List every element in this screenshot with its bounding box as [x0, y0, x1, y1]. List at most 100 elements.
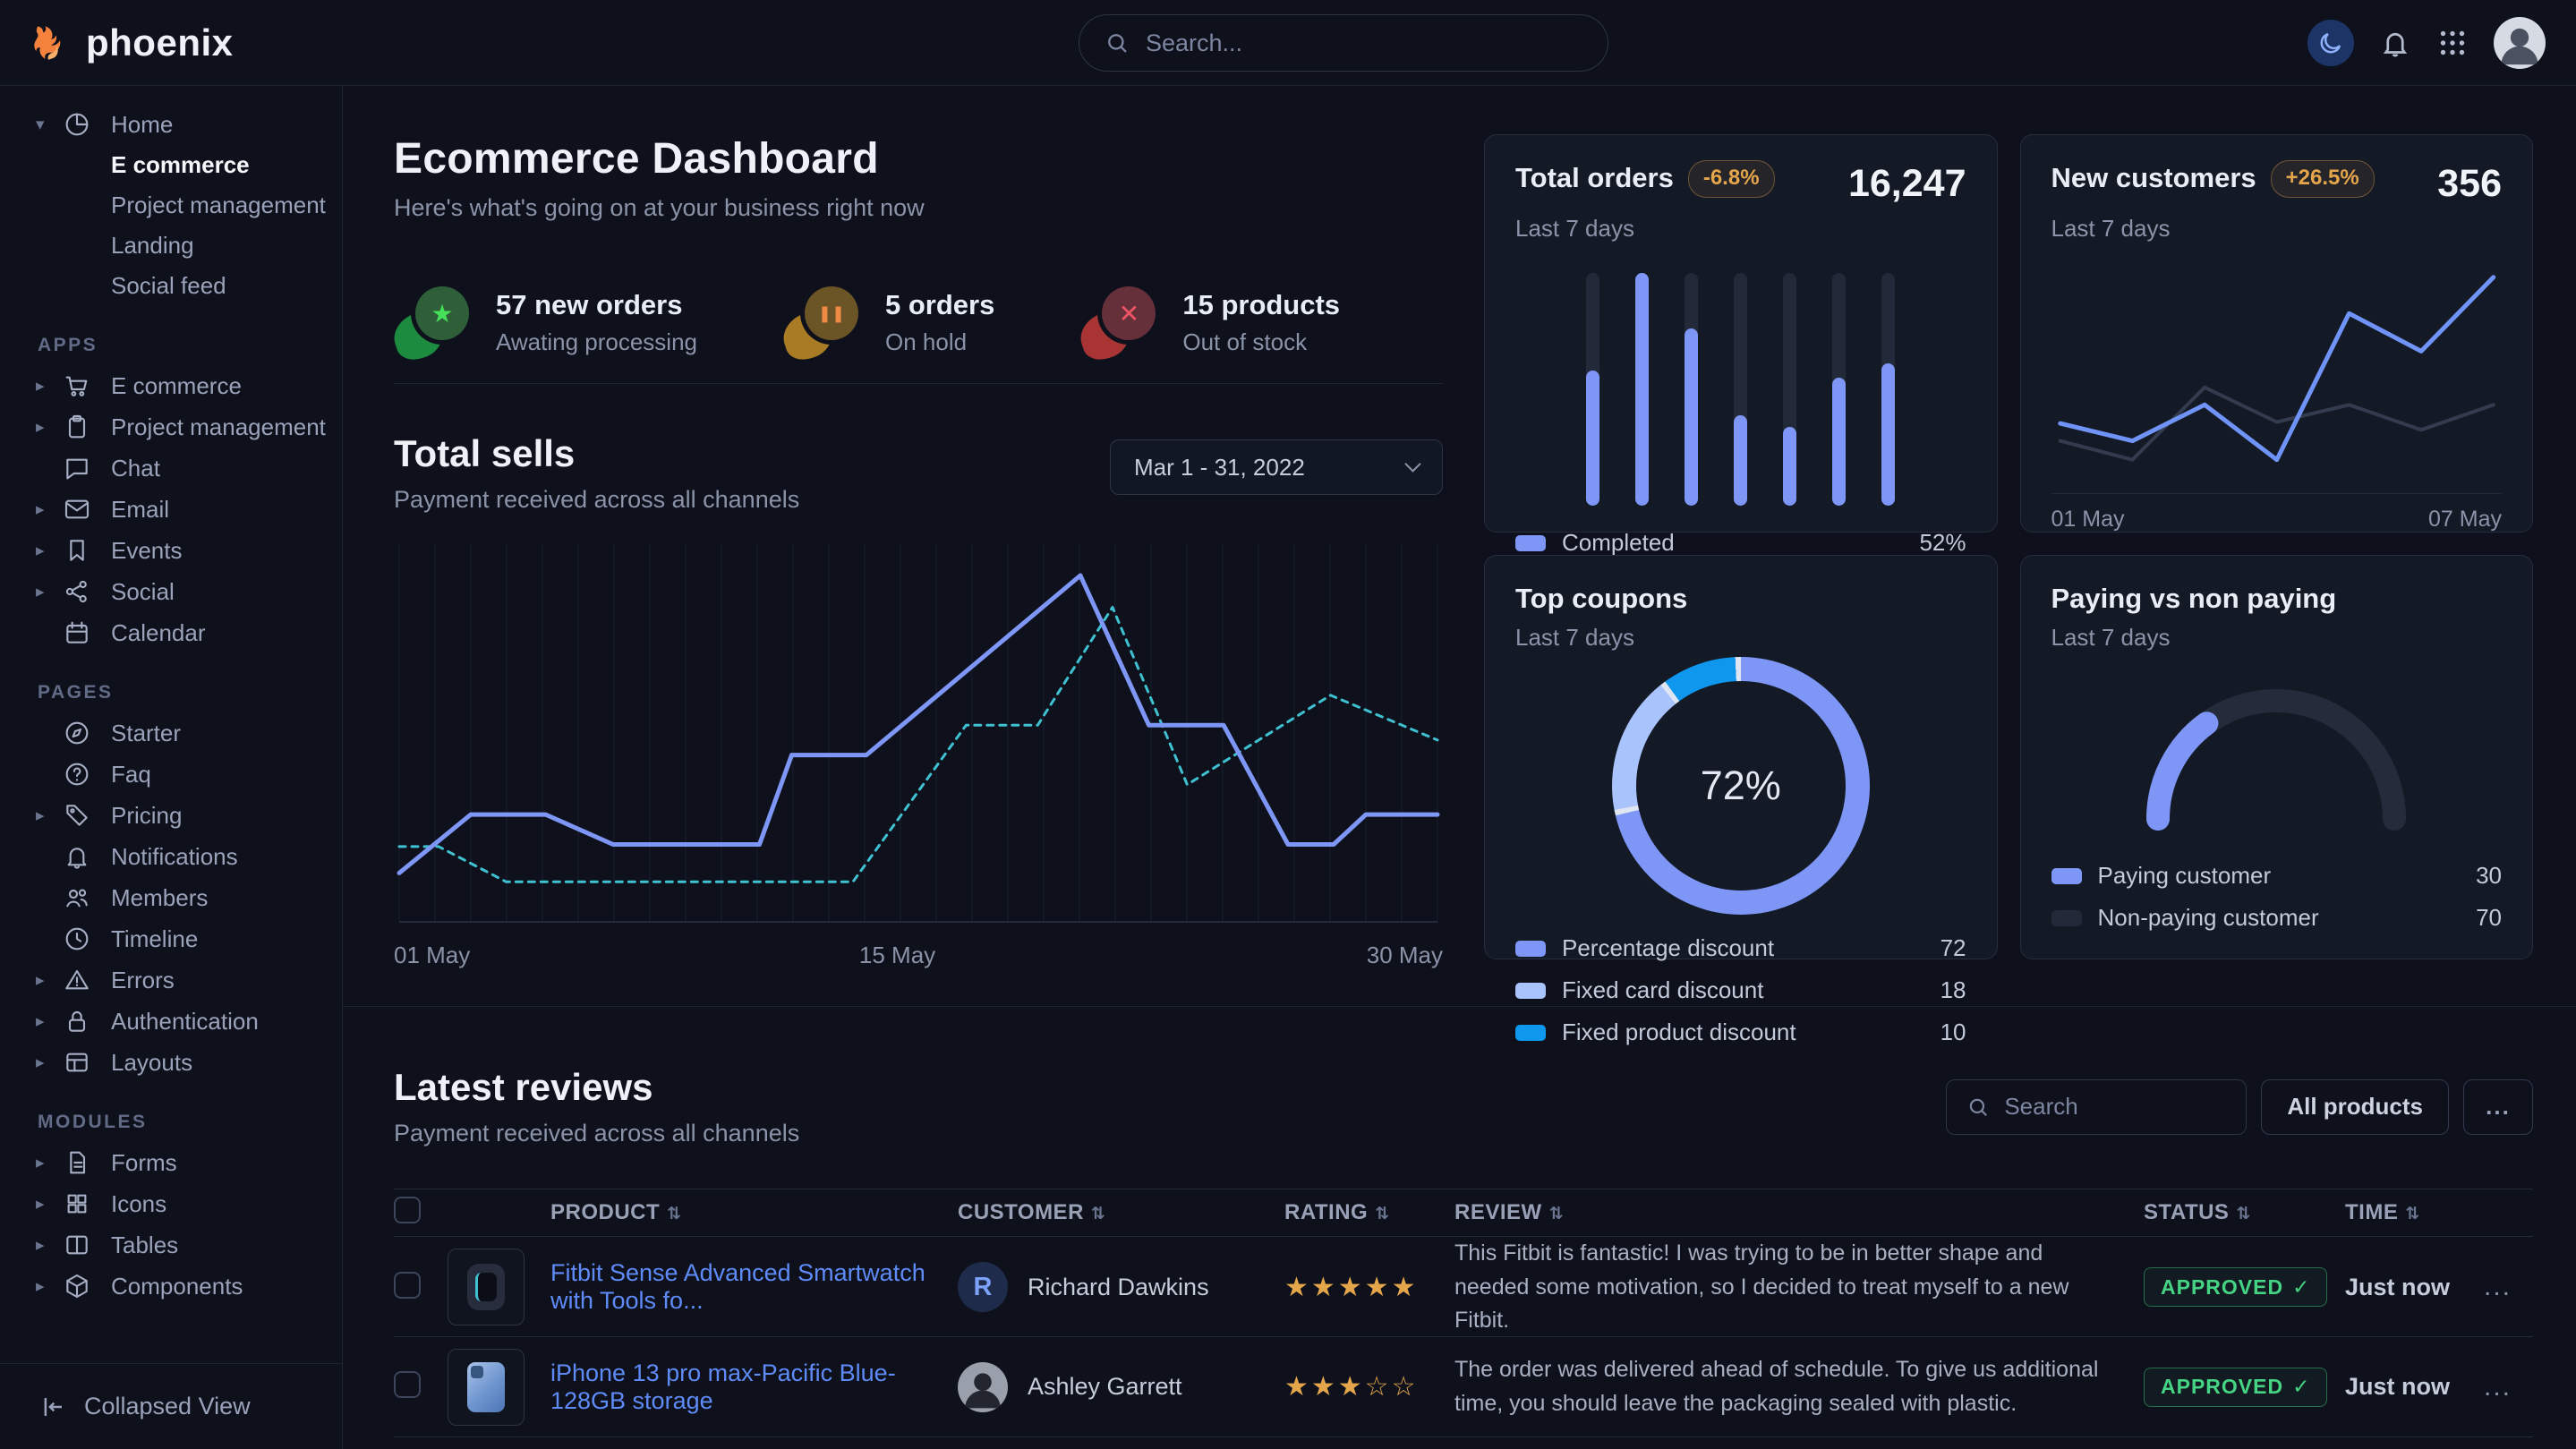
sidebar-item-members[interactable]: Members [0, 877, 342, 918]
search-input[interactable] [1146, 30, 1582, 57]
sidebar-item-errors[interactable]: ▸ Errors [0, 959, 342, 1001]
sidebar-item-events[interactable]: ▸ Events [0, 530, 342, 571]
stat-value: 15 products [1182, 289, 1340, 321]
reviews-more-button[interactable]: ... [2463, 1079, 2533, 1135]
row-actions-button[interactable]: ... [2484, 1272, 2533, 1302]
legend-label: Paying customer [2098, 862, 2272, 890]
sidebar-item-home[interactable]: ▾ Home [0, 104, 342, 145]
sidebar: ▾ Home E commerceProject managementLandi… [0, 86, 343, 1449]
caret-right-icon: ▸ [36, 1053, 63, 1073]
file-icon [63, 1148, 91, 1177]
column-header-review[interactable]: REVIEW⇅ [1454, 1200, 2144, 1225]
sidebar-item-forms[interactable]: ▸ Forms [0, 1142, 342, 1183]
card-title: Paying vs non paying [2051, 583, 2337, 615]
legend-value: 70 [2476, 904, 2502, 932]
collapse-view-button[interactable]: Collapsed View [0, 1363, 342, 1449]
x-axis-label: 30 May [1367, 942, 1443, 969]
review-time: Just now [2345, 1373, 2484, 1401]
legend-row: Fixed card discount 18 [1515, 976, 1966, 1004]
column-header-time[interactable]: TIME⇅ [2345, 1200, 2484, 1225]
total-orders-card: Total orders -6.8% 16,247 Last 7 days Co… [1484, 134, 1998, 533]
reviews-table: PRODUCT⇅CUSTOMER⇅RATING⇅REVIEW⇅STATUS⇅TI… [394, 1189, 2533, 1449]
sidebar-item-pricing[interactable]: ▸ Pricing [0, 795, 342, 836]
sidebar-subitem-e-commerce[interactable]: E commerce [0, 145, 342, 185]
box-icon [63, 1272, 91, 1300]
dark-mode-toggle[interactable] [2307, 20, 2354, 66]
table-header: PRODUCT⇅CUSTOMER⇅RATING⇅REVIEW⇅STATUS⇅TI… [394, 1189, 2533, 1237]
collapse-icon [39, 1394, 66, 1420]
reviews-search[interactable] [1946, 1079, 2247, 1135]
row-checkbox[interactable] [394, 1371, 421, 1398]
legend-value: 52% [1919, 529, 1966, 557]
pie-chart-icon [63, 110, 91, 139]
order-bar [1734, 273, 1747, 506]
legend-row: Paying customer 30 [2051, 862, 2503, 890]
navbar-actions [2307, 17, 2546, 69]
table-row [394, 1437, 2533, 1449]
sidebar-item-tables[interactable]: ▸ Tables [0, 1224, 342, 1266]
calendar-icon [63, 618, 91, 647]
date-range-select[interactable]: Mar 1 - 31, 2022 [1110, 439, 1443, 495]
sidebar-nav: ▾ Home E commerceProject managementLandi… [0, 86, 342, 1363]
sidebar-item-email[interactable]: ▸ Email [0, 489, 342, 530]
sidebar-item-timeline[interactable]: Timeline [0, 918, 342, 959]
sidebar-item-components[interactable]: ▸ Components [0, 1266, 342, 1307]
brand[interactable]: phoenix [30, 21, 234, 64]
product-link[interactable]: Fitbit Sense Advanced Smartwatch with To… [550, 1259, 958, 1315]
sidebar-item-authentication[interactable]: ▸ Authentication [0, 1001, 342, 1042]
search-icon [1105, 30, 1130, 55]
sidebar-subitem-landing[interactable]: Landing [0, 226, 342, 266]
total-sells-subtitle: Payment received across all channels [394, 486, 799, 514]
sidebar-item-icons[interactable]: ▸ Icons [0, 1183, 342, 1224]
column-header-status[interactable]: STATUS⇅ [2144, 1200, 2345, 1225]
notifications-bell-icon[interactable] [2379, 27, 2411, 59]
card-value: 16,247 [1848, 162, 1966, 206]
global-search[interactable] [1079, 14, 1608, 72]
sidebar-item-notifications[interactable]: Notifications [0, 836, 342, 877]
sidebar-item-starter[interactable]: Starter [0, 712, 342, 754]
rating-stars: ★★★★★ [1284, 1272, 1454, 1303]
clock-icon [63, 925, 91, 953]
caret-right-icon: ▸ [36, 1194, 63, 1215]
sidebar-section-modules: MODULES [0, 1112, 342, 1133]
trend-badge: -6.8% [1688, 160, 1775, 198]
sidebar-item-e-commerce[interactable]: ▸ E commerce [0, 365, 342, 406]
review-text: This Fitbit is fantastic! I was trying t… [1454, 1237, 2144, 1338]
sidebar-item-social[interactable]: ▸ Social [0, 571, 342, 612]
row-actions-button[interactable]: ... [2484, 1372, 2533, 1402]
stat-5-orders: ❚❚ 5 orders On hold [783, 286, 994, 358]
sort-icon: ⇅ [2236, 1205, 2250, 1223]
sidebar-item-chat[interactable]: Chat [0, 447, 342, 489]
table-row: iPhone 13 pro max-Pacific Blue-128GB sto… [394, 1337, 2533, 1437]
status-badge: APPROVED ✓ [2144, 1267, 2327, 1307]
column-header-product[interactable]: PRODUCT⇅ [550, 1200, 958, 1225]
orders-bar-chart [1515, 243, 1966, 515]
x-axis-label: 01 May [394, 942, 470, 969]
select-all-checkbox[interactable] [394, 1197, 421, 1223]
legend-value: 10 [1941, 1019, 1966, 1046]
column-header-rating[interactable]: RATING⇅ [1284, 1200, 1454, 1225]
order-bar [1635, 273, 1649, 506]
column-header-customer[interactable]: CUSTOMER⇅ [958, 1200, 1284, 1225]
apps-grid-icon[interactable] [2436, 27, 2469, 59]
x-axis-label: 07 May [2428, 507, 2502, 533]
sidebar-item-faq[interactable]: Faq [0, 754, 342, 795]
mail-icon [63, 495, 91, 524]
all-products-button[interactable]: All products [2261, 1079, 2449, 1135]
row-checkbox[interactable] [394, 1272, 421, 1299]
caret-right-icon: ▸ [36, 499, 63, 520]
sidebar-subitem-project-management[interactable]: Project management [0, 185, 342, 226]
sidebar-item-calendar[interactable]: Calendar [0, 612, 342, 653]
chat-icon [63, 454, 91, 482]
sidebar-subitem-social-feed[interactable]: Social feed [0, 266, 342, 306]
total-sells-chart: 01 May 15 May 30 May [394, 541, 1443, 968]
help-icon [63, 760, 91, 788]
reviews-search-input[interactable] [2004, 1093, 2226, 1121]
phoenix-logo-icon [30, 22, 72, 64]
product-link[interactable]: iPhone 13 pro max-Pacific Blue-128GB sto… [550, 1360, 958, 1415]
sidebar-item-layouts[interactable]: ▸ Layouts [0, 1042, 342, 1083]
user-avatar[interactable] [2494, 17, 2546, 69]
order-bar [1881, 273, 1895, 506]
metric-cards: Total orders -6.8% 16,247 Last 7 days Co… [1484, 134, 2533, 968]
sidebar-item-project-management[interactable]: ▸ Project management [0, 406, 342, 447]
